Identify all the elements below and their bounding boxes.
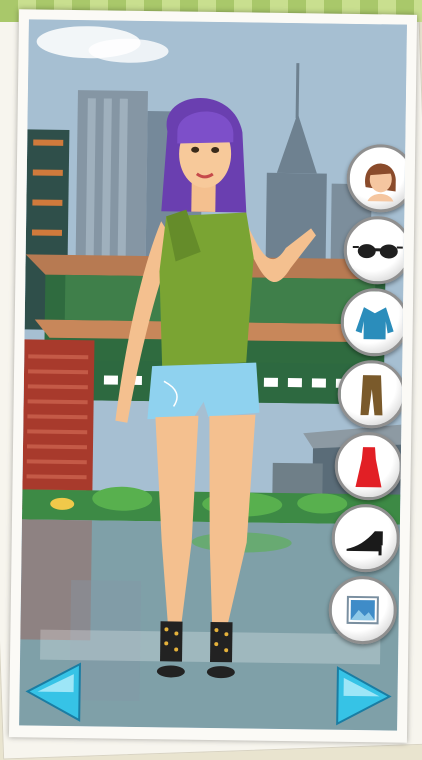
trousers-icon bbox=[360, 375, 383, 416]
picture-icon bbox=[346, 595, 379, 625]
blouse-icon bbox=[355, 307, 394, 340]
accessories-category-button[interactable] bbox=[343, 215, 407, 285]
pants-category-button[interactable] bbox=[337, 359, 407, 429]
dress-icon bbox=[355, 447, 382, 488]
sunglasses-icon bbox=[352, 244, 403, 259]
photo-card bbox=[8, 9, 418, 743]
background-category-button[interactable] bbox=[328, 575, 398, 645]
game-scene bbox=[19, 19, 407, 731]
arrow-right-icon bbox=[336, 666, 392, 726]
hair-category-button[interactable] bbox=[346, 143, 407, 213]
next-arrow-button[interactable] bbox=[329, 664, 394, 729]
arrow-left-icon bbox=[25, 662, 81, 722]
shoes-category-button[interactable] bbox=[331, 503, 401, 573]
dresses-category-button[interactable] bbox=[334, 431, 404, 501]
high-heel-shoe-icon bbox=[346, 531, 383, 556]
tops-category-button[interactable] bbox=[340, 287, 407, 357]
hairstyle-icon bbox=[365, 163, 396, 202]
previous-arrow-button[interactable] bbox=[23, 659, 88, 724]
